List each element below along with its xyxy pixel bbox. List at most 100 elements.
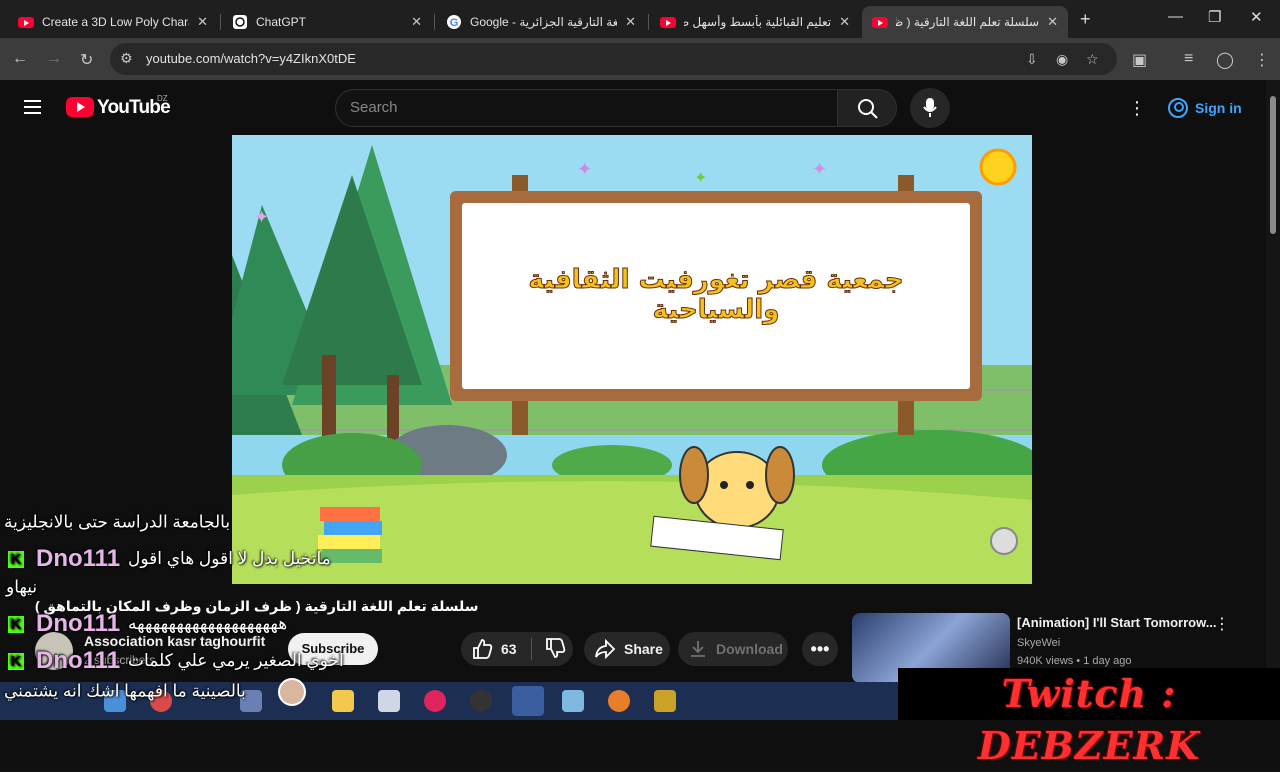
voice-search-button[interactable] <box>910 88 950 128</box>
google-favicon-icon: G <box>446 14 462 30</box>
settings-more-icon[interactable]: ⋮ <box>1128 98 1146 119</box>
browser-toolbar: ← → ↻ ⚙ youtube.com/watch?v=y4ZIknX0tDE … <box>0 38 1280 80</box>
download-button[interactable]: Download <box>678 632 788 666</box>
browser-tab[interactable]: ChatGPT ✕ <box>222 6 432 38</box>
chat-message: نيهاو <box>6 577 38 597</box>
browser-tab-active[interactable]: سلسلة تعلم اللغة التارقية ( ظرف ✕ <box>862 6 1068 38</box>
more-actions-button[interactable]: ••• <box>802 632 838 666</box>
download-icon <box>691 641 705 657</box>
youtube-logo-icon[interactable] <box>66 97 94 117</box>
svg-text:G: G <box>450 17 459 29</box>
microphone-icon <box>923 98 937 117</box>
video-player[interactable]: ✦ ✦ ✦ ✦ جمعية قصر تغورفيت الثقافية والسي… <box>232 135 1032 584</box>
restore-icon[interactable]: ❐ <box>1208 8 1221 26</box>
taskbar-app-icon[interactable] <box>654 690 676 712</box>
search-button[interactable] <box>837 89 897 127</box>
twitch-banner: Twitch : DEBZERK <box>898 668 1280 768</box>
chat-username: Dno111 <box>36 610 121 637</box>
window-close-icon[interactable]: ✕ <box>1250 8 1263 26</box>
tab-title: Create a 3D Low Poly Charact <box>42 15 190 29</box>
forward-arrow-icon[interactable]: → <box>46 50 62 68</box>
share-icon <box>595 639 616 659</box>
site-info-icon[interactable]: ⚙ <box>120 50 133 67</box>
tab-close-icon[interactable]: ✕ <box>1047 14 1058 30</box>
reload-icon[interactable]: ↻ <box>80 50 93 70</box>
chatgpt-favicon-icon <box>232 14 248 30</box>
opera-icon[interactable] <box>424 690 446 712</box>
youtube-favicon-icon <box>660 14 676 30</box>
tab-title: تعليم القبائلية بأبسط وأسهل ط <box>684 15 832 29</box>
search-input[interactable]: Search <box>335 89 838 127</box>
chat-username: Dno111 <box>36 545 121 572</box>
split-view-icon[interactable]: ▣ <box>1132 50 1147 70</box>
tab-close-icon[interactable]: ✕ <box>839 14 850 30</box>
blender-icon[interactable] <box>608 690 630 712</box>
chat-message: K Dno111 هههههههههههههههههههه <box>8 610 287 638</box>
like-dislike-group: 63 <box>461 632 573 666</box>
svg-text:✦: ✦ <box>577 159 592 179</box>
download-label: Download <box>716 641 783 657</box>
browser-tab[interactable]: Create a 3D Low Poly Charact ✕ <box>8 6 218 38</box>
chat-message: بالجامعة الدراسة حتى بالانجليزية <box>4 512 231 532</box>
youtube-header: YouTube DZ Search ⋮ Sign in <box>0 80 1266 136</box>
country-code: DZ <box>157 94 168 103</box>
tab-title: Google - اللغة التارقية الجزائرية <box>470 15 618 29</box>
thumbs-up-icon <box>473 639 493 659</box>
channel-watermark-icon[interactable] <box>990 527 1018 555</box>
bookmark-star-icon[interactable]: ☆ <box>1086 51 1099 68</box>
svg-text:✦: ✦ <box>812 159 827 179</box>
new-tab-button[interactable]: + <box>1080 9 1091 30</box>
sign-in-button[interactable]: Sign in <box>1158 90 1250 126</box>
tab-close-icon[interactable]: ✕ <box>197 14 208 30</box>
file-explorer-icon[interactable] <box>332 690 354 712</box>
browser-menu-icon[interactable]: ⋮ <box>1254 50 1270 70</box>
taskbar-app-icon[interactable] <box>562 690 584 712</box>
thumbs-down-icon <box>545 637 565 658</box>
page-scrollbar[interactable] <box>1266 80 1280 720</box>
more-horizontal-icon: ••• <box>810 638 830 659</box>
chat-username: Dno111 <box>36 647 121 674</box>
youtube-favicon-icon <box>18 14 34 30</box>
browser-tab[interactable]: تعليم القبائلية بأبسط وأسهل ط ✕ <box>650 6 860 38</box>
game-controller-icon[interactable] <box>378 690 400 712</box>
url-text: youtube.com/watch?v=y4ZIknX0tDE <box>146 51 356 66</box>
youtube-favicon-icon <box>872 14 888 30</box>
chat-message: بالصينية ما افهمها اشك انه يشتمني <box>4 681 246 701</box>
search-placeholder: Search <box>350 99 398 116</box>
svg-text:✦: ✦ <box>694 170 707 187</box>
chat-user-avatar <box>278 678 306 706</box>
profile-icon[interactable]: ◯ <box>1216 50 1234 70</box>
share-button[interactable]: Share <box>584 632 670 666</box>
tab-close-icon[interactable]: ✕ <box>625 14 636 30</box>
sign-in-label: Sign in <box>1195 100 1242 116</box>
obs-icon[interactable] <box>470 690 492 712</box>
like-count: 63 <box>501 641 517 657</box>
browser-tab-strip: Create a 3D Low Poly Charact ✕ ChatGPT ✕… <box>0 0 1280 38</box>
hamburger-menu-icon[interactable] <box>24 100 41 114</box>
install-app-icon[interactable]: ⇩ <box>1026 51 1038 68</box>
svg-text:✦: ✦ <box>254 207 269 227</box>
chrome-icon[interactable] <box>512 686 544 716</box>
kick-icon: K <box>8 652 24 670</box>
address-bar[interactable]: ⚙ youtube.com/watch?v=y4ZIknX0tDE ⇩ ◉ ☆ <box>110 43 1117 75</box>
share-label: Share <box>624 641 663 657</box>
minimize-icon[interactable]: — <box>1168 8 1183 25</box>
recommended-channel[interactable]: SkyeWei <box>1017 637 1060 649</box>
chat-message: K Dno111 ماتخيل بدل لا اقول هاي اقول <box>8 545 331 573</box>
tracking-eye-icon[interactable]: ◉ <box>1056 51 1068 68</box>
tab-title: سلسلة تعلم اللغة التارقية ( ظرف <box>896 15 1040 29</box>
recommended-meta: 940K views • 1 day ago <box>1017 655 1132 667</box>
back-arrow-icon[interactable]: ← <box>12 50 28 68</box>
chat-message: K Dno111 اخوي الصغير يرمي علي كلمات <box>8 647 344 675</box>
account-icon <box>1168 98 1188 118</box>
browser-tab[interactable]: G Google - اللغة التارقية الجزائرية ✕ <box>436 6 646 38</box>
like-button[interactable]: 63 <box>471 638 517 660</box>
recommended-more-icon[interactable]: ⋮ <box>1214 614 1230 634</box>
media-queue-icon[interactable]: ≡ <box>1184 50 1193 68</box>
search-icon <box>858 99 878 119</box>
kick-icon: K <box>8 550 24 568</box>
tab-close-icon[interactable]: ✕ <box>411 14 422 30</box>
kick-icon: K <box>8 615 24 633</box>
dislike-button[interactable] <box>544 637 566 662</box>
recommended-video-title[interactable]: [Animation] I'll Start Tomorrow... <box>1017 615 1217 630</box>
